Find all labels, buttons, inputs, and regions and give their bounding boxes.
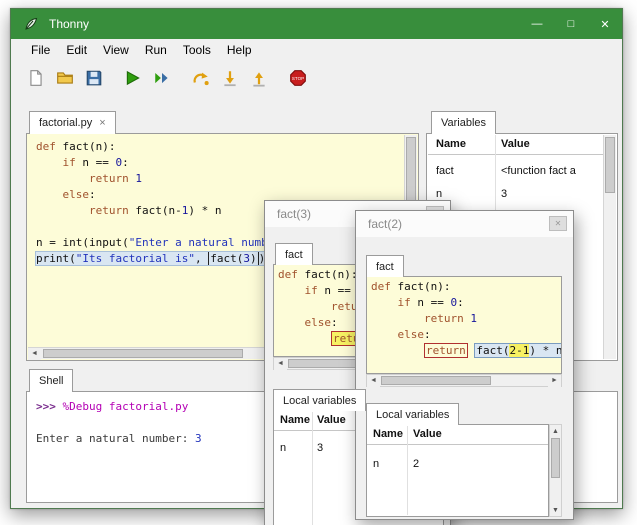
menu-file[interactable]: File [23, 40, 58, 60]
scroll-left-icon[interactable]: ◄ [274, 358, 287, 370]
step-over-button[interactable] [188, 65, 214, 91]
minimize-button[interactable]: — [520, 9, 554, 39]
step-out-button[interactable] [246, 65, 272, 91]
fact2-col-name: Name [373, 428, 403, 440]
new-file-icon [27, 69, 45, 87]
variables-table-header: Name Value [428, 135, 603, 155]
tab-variables[interactable]: Variables [431, 111, 496, 134]
thonny-logo-icon [23, 16, 39, 32]
menu-run[interactable]: Run [137, 40, 175, 60]
fact2-col-value: Value [413, 428, 442, 440]
variables-vertical-scrollbar[interactable] [603, 135, 616, 359]
fact2-column-divider [407, 426, 408, 515]
variables-vscroll-thumb[interactable] [605, 137, 615, 193]
titlebar[interactable]: Thonny — □ ✕ [11, 9, 622, 39]
fact3-title: fact(3) [277, 207, 311, 221]
maximize-button[interactable]: □ [554, 9, 588, 39]
toolbar: STOP [11, 61, 622, 95]
screen: Thonny — □ ✕ File Edit View Run Tools He… [0, 0, 637, 525]
menu-view[interactable]: View [95, 40, 137, 60]
variable-name: n [280, 442, 286, 454]
fact3-tab-local-variables[interactable]: Local variables [273, 389, 366, 411]
minimize-icon: — [532, 18, 543, 30]
run-button[interactable] [120, 65, 146, 91]
save-button[interactable] [81, 65, 107, 91]
fact2-title: fact(2) [368, 217, 402, 231]
scroll-up-icon[interactable]: ▲ [550, 425, 561, 437]
fact2-tab-label: fact [376, 261, 394, 273]
open-file-icon [56, 69, 74, 87]
variable-value: <function fact a [501, 165, 601, 177]
fact3-col-value: Value [317, 414, 346, 426]
new-file-button[interactable] [23, 65, 49, 91]
menubar: File Edit View Run Tools Help [11, 39, 622, 61]
fact2-hscroll-track[interactable] [380, 375, 548, 386]
fact2-code-view[interactable]: def fact(n): if n == 0: return 1 else: r… [366, 276, 562, 374]
fact3-col-name: Name [280, 414, 310, 426]
window-controls: — □ ✕ [520, 9, 622, 39]
frame-window-fact2: fact(2) ✕ fact def fact(n): if n == 0: r… [355, 210, 574, 520]
close-icon: ✕ [600, 18, 609, 31]
tab-factorial-py[interactable]: factorial.py × [29, 111, 116, 134]
save-icon [85, 69, 103, 87]
step-over-icon [192, 69, 210, 87]
scroll-down-icon[interactable]: ▼ [550, 504, 561, 516]
fact2-tab-fact[interactable]: fact [366, 255, 404, 277]
scroll-left-icon[interactable]: ◄ [367, 375, 380, 387]
variables-row-fact[interactable]: fact <function fact a [428, 161, 603, 183]
variables-tab-label: Variables [441, 117, 486, 129]
stop-button[interactable]: STOP [285, 65, 311, 91]
stop-icon-label: STOP [292, 76, 304, 81]
fact3-tab-label: fact [285, 249, 303, 261]
variables-col-value: Value [501, 138, 530, 150]
tab-shell[interactable]: Shell [29, 369, 73, 392]
variable-value: 3 [317, 442, 323, 454]
fact2-horizontal-scrollbar[interactable]: ◄ ► [366, 374, 562, 387]
run-icon [124, 69, 142, 87]
variables-col-name: Name [436, 138, 466, 150]
window-title: Thonny [49, 17, 89, 31]
shell-tab-label: Shell [39, 375, 63, 387]
debug-icon [153, 69, 171, 87]
fact2-close-icon: ✕ [555, 219, 562, 228]
variable-name: n [436, 188, 442, 200]
fact2-table-vertical-scrollbar[interactable]: ▲ ▼ [549, 424, 562, 517]
fact2-table-header: Name Value [367, 425, 548, 445]
maximize-icon: □ [568, 18, 575, 30]
step-into-icon [221, 69, 239, 87]
variable-name: n [373, 458, 379, 470]
variables-row-n[interactable]: n 3 [428, 184, 603, 206]
scroll-left-icon[interactable]: ◄ [28, 348, 41, 360]
close-button[interactable]: ✕ [588, 9, 622, 39]
fact3-tab-fact[interactable]: fact [275, 243, 313, 265]
open-file-button[interactable] [52, 65, 78, 91]
step-out-icon [250, 69, 268, 87]
menu-edit[interactable]: Edit [58, 40, 95, 60]
fact2-titlebar[interactable]: fact(2) ✕ [356, 211, 573, 237]
fact2-vscroll-thumb[interactable] [551, 438, 560, 478]
editor-hscroll-thumb[interactable] [43, 349, 243, 358]
fact2-local-variables-table: Name Value n 2 [366, 424, 549, 517]
step-into-button[interactable] [217, 65, 243, 91]
fact2-close-button[interactable]: ✕ [549, 216, 567, 231]
variable-name: fact [436, 165, 454, 177]
fact3-local-variables-label: Local variables [283, 395, 356, 407]
editor-tab-label: factorial.py [39, 117, 92, 129]
debug-button[interactable] [149, 65, 175, 91]
stop-icon: STOP [289, 69, 307, 87]
tab-close-icon[interactable]: × [99, 117, 105, 129]
variable-value: 2 [413, 458, 419, 470]
scroll-right-icon[interactable]: ► [548, 375, 561, 387]
variable-value: 3 [501, 188, 601, 200]
fact2-tab-local-variables[interactable]: Local variables [366, 403, 459, 425]
menu-help[interactable]: Help [219, 40, 260, 60]
fact2-local-variables-label: Local variables [376, 409, 449, 421]
menu-tools[interactable]: Tools [175, 40, 219, 60]
fact2-hscroll-thumb[interactable] [381, 376, 491, 385]
fact3-column-divider [312, 412, 313, 525]
